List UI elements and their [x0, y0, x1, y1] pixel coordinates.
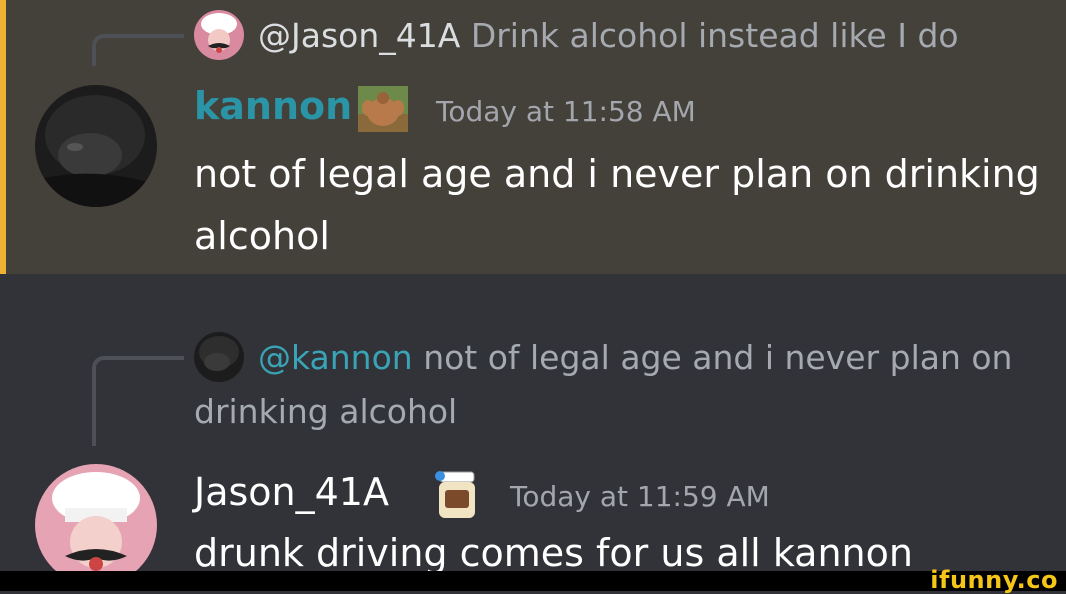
watermark: ifunny.co: [930, 566, 1058, 594]
reply-author-mention[interactable]: @kannon: [258, 338, 413, 377]
bottom-bar: [0, 571, 1066, 591]
timestamp[interactable]: Today at 11:59 AM: [510, 480, 770, 513]
mention-highlight-bar: [0, 0, 6, 274]
chef-avatar-icon[interactable]: [194, 10, 244, 60]
muscle-man-role-icon[interactable]: [358, 86, 408, 132]
timestamp[interactable]: Today at 11:58 AM: [436, 95, 696, 128]
reply-connector-line: [92, 356, 184, 446]
reply-content[interactable]: Drink alcohol instead like I do: [471, 16, 959, 55]
reply-author-mention[interactable]: @Jason_41A: [258, 16, 460, 55]
dark-avatar-icon[interactable]: [194, 332, 244, 382]
mayo-jar-role-icon[interactable]: [434, 468, 480, 520]
chef-avatar-icon[interactable]: [35, 464, 157, 586]
reply-content-continued[interactable]: drinking alcohol: [194, 392, 457, 432]
reply-preview[interactable]: @kannon not of legal age and i never pla…: [258, 338, 1012, 378]
dark-avatar-icon[interactable]: [35, 85, 157, 207]
reply-connector-line: [92, 34, 184, 66]
author-name[interactable]: Jason_41A: [194, 470, 389, 514]
message-header: kannon: [194, 84, 352, 128]
reply-preview[interactable]: @Jason_41A Drink alcohol instead like I …: [258, 16, 959, 56]
message-text: not of legal age and i never plan on dri…: [194, 152, 1040, 258]
author-name[interactable]: kannon: [194, 84, 352, 128]
reply-content[interactable]: not of legal age and i never plan on: [423, 338, 1012, 377]
message-header: Jason_41A: [194, 470, 389, 514]
reply-content-line2[interactable]: drinking alcohol: [194, 392, 457, 431]
